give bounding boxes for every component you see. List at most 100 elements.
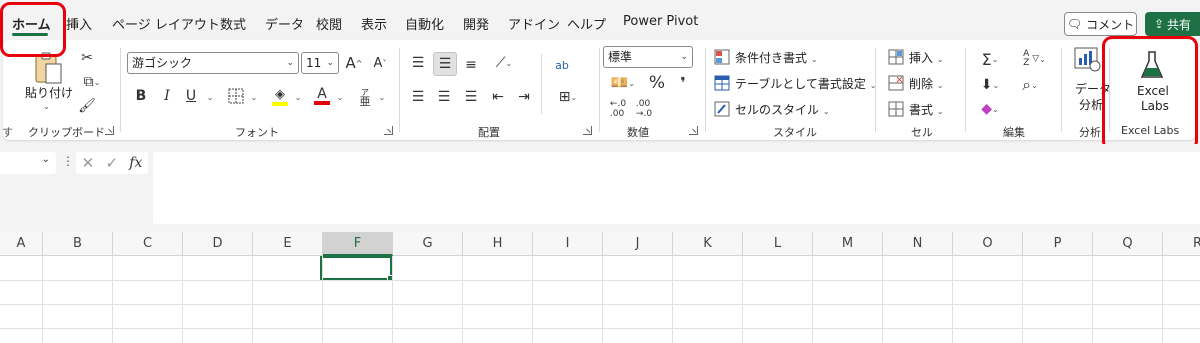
tab-power-pivot[interactable]: Power Pivot <box>623 14 698 29</box>
italic-button[interactable]: I <box>159 86 175 106</box>
shrink-font-button[interactable]: Aˇ <box>369 52 391 74</box>
comment-icon: 🗨 <box>1066 17 1083 31</box>
align-bottom-icon[interactable]: ≡ <box>460 54 482 76</box>
fill-button[interactable]: ⬇ ⌄ <box>975 74 1005 96</box>
comma-style-button[interactable]: ❜ <box>675 72 691 94</box>
analyze-data-button-bottom[interactable]: 分析 <box>1079 96 1103 113</box>
delete-cells-button[interactable]: 削除 ⌄ <box>909 75 944 92</box>
selected-cell[interactable] <box>320 256 394 282</box>
column-header-q[interactable]: Q <box>1093 232 1163 256</box>
insert-function-icon[interactable]: fx <box>129 155 142 171</box>
column-header-r[interactable]: R <box>1163 232 1200 256</box>
share-button[interactable]: ⇪ 共有 <box>1145 12 1200 36</box>
tab-page-layout[interactable]: ページ レイアウト <box>112 14 220 33</box>
formula-input[interactable] <box>153 152 1200 224</box>
column-header-c[interactable]: C <box>113 232 183 256</box>
enter-icon[interactable]: ✓ <box>105 154 118 172</box>
autosum-button[interactable]: Σ ⌄ <box>975 48 1005 70</box>
column-header-k[interactable]: K <box>673 232 743 256</box>
wrap-text-icon[interactable]: ab <box>551 52 573 78</box>
column-header-i[interactable]: I <box>533 232 603 256</box>
furigana-button[interactable]: ア 亜 <box>355 84 375 110</box>
tab-formulas[interactable]: 数式 <box>220 14 246 33</box>
align-left-icon[interactable]: ☰ <box>407 86 429 108</box>
fill-color-button[interactable]: ◈ <box>269 84 291 108</box>
font-color-button[interactable]: A <box>311 84 333 108</box>
font-color-dropdown-chevron[interactable]: ⌄ <box>335 90 345 104</box>
column-header-o[interactable]: O <box>953 232 1023 256</box>
underline-dropdown-chevron[interactable]: ⌄ <box>205 90 215 104</box>
bold-button[interactable]: B <box>133 86 149 106</box>
tab-add-ins[interactable]: アドイン <box>508 14 560 33</box>
decrease-decimal-icon[interactable]: .00 →.0 <box>633 98 655 120</box>
column-header-m[interactable]: M <box>813 232 883 256</box>
insert-cells-button[interactable]: 挿入 ⌄ <box>909 49 944 66</box>
conditional-formatting-button[interactable]: 条件付き書式 ⌄ <box>735 49 818 66</box>
orientation-icon[interactable]: ⟋ ⌄ <box>487 52 521 74</box>
name-box[interactable]: ⌄ <box>0 152 56 174</box>
column-header-e[interactable]: E <box>253 232 323 256</box>
increase-decimal-icon[interactable]: ←.0.00 <box>607 98 629 120</box>
cell-styles-button[interactable]: セルのスタイル ⌄ <box>735 101 830 118</box>
format-as-table-button[interactable]: テーブルとして書式設定 ⌄ <box>735 75 876 92</box>
accounting-format-icon[interactable]: 💴 ⌄ <box>606 72 640 94</box>
tab-data[interactable]: データ <box>265 14 304 33</box>
column-header-n[interactable]: N <box>883 232 953 256</box>
column-header-f[interactable]: F <box>323 232 393 256</box>
alignment-launcher-icon[interactable] <box>583 126 592 135</box>
number-format-value: 標準 <box>608 50 633 64</box>
increase-indent-icon[interactable]: ⇥ <box>513 86 535 108</box>
clipboard-launcher-icon[interactable] <box>105 126 114 135</box>
decrease-indent-icon[interactable]: ⇤ <box>487 86 509 108</box>
sort-filter-button[interactable]: A Z ▽ ⌄ <box>1015 48 1051 70</box>
cut-icon[interactable]: ✂ <box>77 48 97 68</box>
merge-center-icon[interactable]: ⊞ ⌄ <box>551 86 585 108</box>
worksheet-grid[interactable] <box>0 256 1200 343</box>
underline-button[interactable]: U <box>183 86 199 106</box>
tab-view[interactable]: 表示 <box>361 14 387 33</box>
chevron-down-icon[interactable]: ⌄ <box>42 154 50 165</box>
number-group-label: 数値 <box>627 126 649 139</box>
number-format-select[interactable]: 標準 ⌄ <box>603 46 693 68</box>
copy-icon[interactable]: ⧉ ⌄ <box>75 72 109 92</box>
format-painter-icon[interactable]: 🖌 <box>77 96 97 116</box>
font-name-select[interactable]: 游ゴシック ⌄ <box>127 52 299 74</box>
align-center-icon[interactable]: ☰ <box>433 86 455 108</box>
share-icon: ⇪ <box>1153 17 1165 31</box>
find-select-button[interactable]: ⌕ ⌄ <box>1015 74 1045 96</box>
column-header-a[interactable]: A <box>0 232 43 256</box>
align-top-icon[interactable]: ☰ <box>407 52 429 74</box>
percent-style-button[interactable]: % <box>647 72 667 94</box>
paste-dropdown-chevron[interactable]: ⌄ <box>43 102 50 111</box>
column-header-l[interactable]: L <box>743 232 813 256</box>
tab-help[interactable]: ヘルプ <box>567 14 606 33</box>
align-middle-icon[interactable]: ☰ <box>433 52 457 76</box>
border-button[interactable] <box>225 86 247 106</box>
chevron-down-icon: ⌄ <box>326 58 334 68</box>
column-header-g[interactable]: G <box>393 232 463 256</box>
tab-automate[interactable]: 自動化 <box>405 14 444 33</box>
column-header-h[interactable]: H <box>463 232 533 256</box>
column-header-p[interactable]: P <box>1023 232 1093 256</box>
format-cells-button[interactable]: 書式 ⌄ <box>909 101 944 118</box>
grow-font-button[interactable]: A ^ <box>343 52 365 74</box>
cancel-icon[interactable]: ✕ <box>82 154 95 172</box>
tab-insert[interactable]: 挿入 <box>66 14 92 33</box>
fill-color-dropdown-chevron[interactable]: ⌄ <box>293 90 303 104</box>
number-launcher-icon[interactable] <box>689 126 698 135</box>
clear-button[interactable]: ◆ ⌄ <box>975 98 1005 120</box>
column-header-d[interactable]: D <box>183 232 253 256</box>
tab-developer[interactable]: 開発 <box>463 14 489 33</box>
grid-column-line <box>1022 256 1023 343</box>
paste-button[interactable]: 貼り付け <box>25 84 73 101</box>
more-options-icon[interactable]: ⋮ <box>62 154 74 168</box>
furigana-dropdown-chevron[interactable]: ⌄ <box>377 90 387 104</box>
column-header-j[interactable]: J <box>603 232 673 256</box>
tab-review[interactable]: 校閲 <box>316 14 342 33</box>
font-launcher-icon[interactable] <box>384 126 393 135</box>
border-dropdown-chevron[interactable]: ⌄ <box>249 90 259 104</box>
column-header-b[interactable]: B <box>43 232 113 256</box>
align-right-icon[interactable]: ☰ <box>460 86 482 108</box>
comments-button[interactable]: 🗨 コメント <box>1064 12 1137 36</box>
font-size-select[interactable]: 11 ⌄ <box>301 52 339 74</box>
